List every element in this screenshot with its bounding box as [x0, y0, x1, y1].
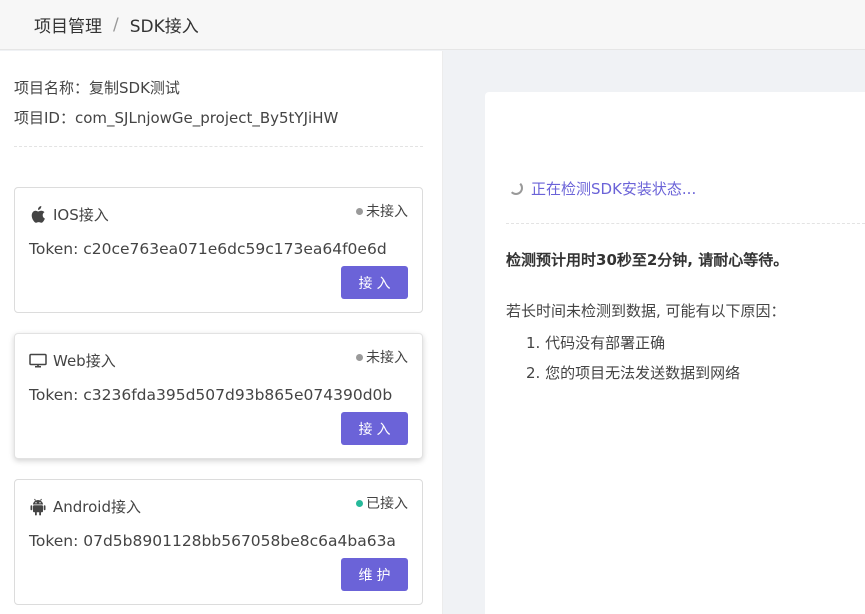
sdk-card-title-text: Web接入 — [53, 352, 116, 370]
status-dot — [356, 207, 363, 215]
breadcrumb-current: SDK接入 — [129, 17, 199, 37]
breadcrumb-parent[interactable]: 项目管理 — [34, 12, 102, 37]
status-text: 已接入 — [366, 496, 408, 512]
status-text: 未接入 — [366, 350, 408, 366]
android-icon — [29, 498, 47, 516]
maintain-button-android[interactable]: 维护 — [341, 558, 408, 591]
monitor-icon — [29, 352, 47, 370]
sdk-card-title-text: Android接入 — [53, 498, 141, 516]
breadcrumb-separator: / — [113, 14, 119, 35]
divider — [506, 223, 865, 224]
status-badge: 未接入 — [356, 201, 408, 221]
sdk-card-title: Web接入 — [29, 350, 116, 371]
sdk-card-title: IOS接入 — [29, 204, 109, 225]
detection-status: 正在检测SDK安装状态... — [531, 180, 697, 198]
list-item: 1. 代码没有部署正确 — [526, 334, 666, 352]
apple-icon — [29, 205, 47, 224]
loading-spinner-icon — [509, 181, 523, 195]
sdk-card-title-text: IOS接入 — [53, 206, 109, 224]
list-item: 2. 您的项目无法发送数据到网络 — [526, 364, 741, 382]
status-text: 未接入 — [366, 204, 408, 220]
token-text: Token: c3236fda395d507d93b865e074390d0b — [29, 386, 393, 404]
token-text: Token: c20ce763ea071e6dc59c173ea64f0e6d — [29, 240, 387, 258]
detection-notice: 检测预计用时30秒至2分钟, 请耐心等待。 — [506, 251, 789, 269]
project-info: 项目名称：复制SDK测试 项目ID：com_SJLnjowGe_project_… — [14, 73, 338, 133]
sdk-card-title: Android接入 — [29, 496, 141, 517]
sdk-panel: 项目名称：复制SDK测试 项目ID：com_SJLnjowGe_project_… — [0, 51, 443, 614]
sdk-card-android: Android接入 已接入 Token: 07d5b8901128bb56705… — [14, 479, 423, 605]
sdk-card-web: Web接入 未接入 Token: c3236fda395d507d93b865e… — [14, 333, 423, 459]
status-badge: 未接入 — [356, 347, 408, 367]
token-text: Token: 07d5b8901128bb567058be8c6a4ba63a — [29, 532, 396, 550]
status-dot — [356, 499, 363, 507]
project-id: 项目ID：com_SJLnjowGe_project_By5tYJiHW — [14, 109, 339, 127]
connect-button-ios[interactable]: 接入 — [341, 266, 408, 299]
reason-list: 1. 代码没有部署正确 2. 您的项目无法发送数据到网络 — [526, 328, 740, 388]
connect-button-web[interactable]: 接入 — [341, 412, 408, 445]
project-name: 项目名称：复制SDK测试 — [14, 79, 180, 97]
divider — [14, 146, 423, 147]
status-dot — [356, 353, 363, 361]
sdk-card-ios: IOS接入 未接入 Token: c20ce763ea071e6dc59c173… — [14, 187, 423, 313]
breadcrumb: 项目管理 / SDK接入 — [0, 0, 865, 50]
status-badge: 已接入 — [356, 493, 408, 513]
reason-title: 若长时间未检测到数据, 可能有以下原因： — [506, 302, 786, 320]
detection-panel: 正在检测SDK安装状态... 检测预计用时30秒至2分钟, 请耐心等待。 若长时… — [485, 92, 865, 614]
